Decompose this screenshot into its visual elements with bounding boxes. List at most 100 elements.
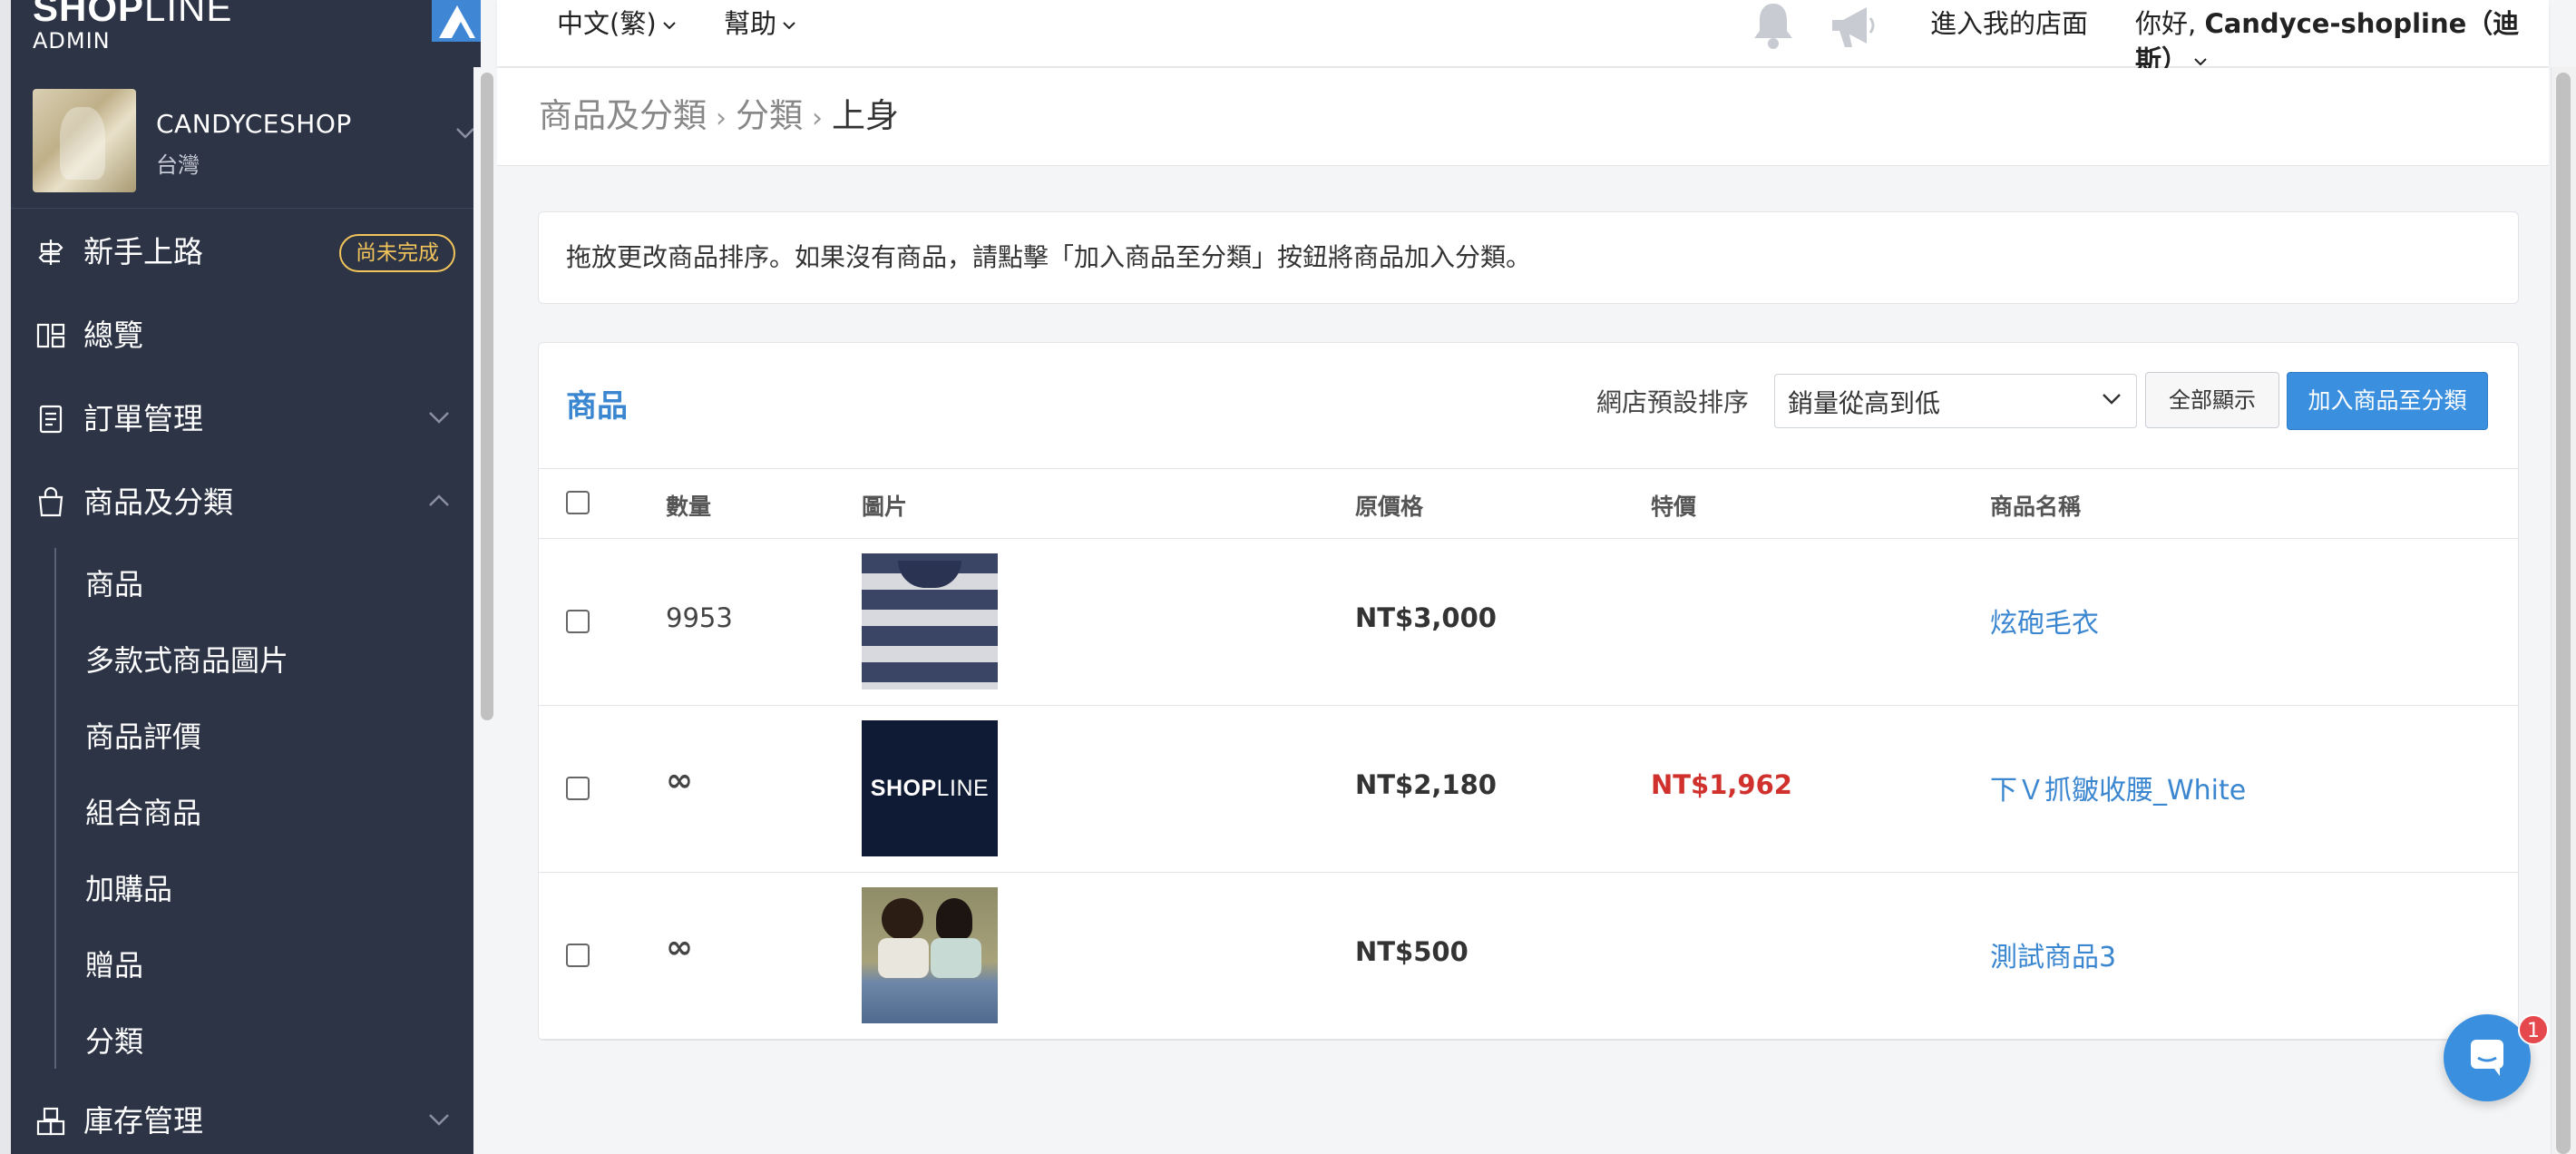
row-qty: ∞ (666, 762, 693, 799)
add-products-to-category-button[interactable]: 加入商品至分類 (2287, 372, 2488, 430)
notification-count-badge: 1 (2518, 1014, 2549, 1045)
chevron-down-icon (662, 22, 676, 30)
megaphone-icon[interactable] (1827, 4, 1879, 51)
table-row[interactable]: ∞ NT$500 測試商品3 (539, 873, 2518, 1040)
column-header-sale: 特價 (1651, 494, 1697, 520)
sidebar-subitem-products[interactable]: 商品 (85, 566, 143, 602)
brand-logo-bold: SHOP (33, 0, 145, 29)
breadcrumb-bar: 商品及分類 › 分類 › 上身 (497, 68, 2549, 166)
row-price: NT$500 (1355, 936, 1469, 967)
sidebar-item-label: 庫存管理 (83, 1103, 203, 1139)
sidebar-item-inventory[interactable]: 庫存管理 (11, 1081, 481, 1154)
table-row[interactable]: 9953 NT$3,000 炫砲毛衣 (539, 539, 2518, 706)
help-label: 幫助 (724, 8, 777, 39)
bell-icon[interactable] (1749, 0, 1798, 51)
sidebar-subitem-reviews[interactable]: 商品評價 (85, 719, 201, 755)
product-thumbnail[interactable]: SHOPLINE (862, 720, 998, 856)
row-price: NT$3,000 (1355, 602, 1497, 633)
sidebar-item-label: 總覽 (83, 318, 143, 353)
brand-logo[interactable]: SHOPLINE ADMIN (33, 0, 232, 53)
breadcrumb-separator: › (812, 103, 823, 134)
product-thumbnail[interactable] (862, 553, 998, 689)
mountain-logo-icon[interactable] (432, 0, 481, 42)
brand-logo-light: LINE (144, 0, 233, 29)
sidebar-item-onboarding[interactable]: 新手上路 尚未完成 (11, 212, 481, 296)
breadcrumb: 商品及分類 › 分類 › 上身 (539, 93, 899, 142)
row-sale-price: NT$1,962 (1651, 769, 1792, 800)
column-header-qty: 數量 (666, 494, 712, 520)
chevron-down-icon (783, 22, 795, 30)
main-content: 商品及分類 › 分類 › 上身 拖放更改商品排序。如果沒有商品，請點擊「加入商品至分類」… (497, 68, 2549, 1154)
table-header: 數量 圖片 原價格 特價 商品名稱 (539, 468, 2518, 539)
sort-select[interactable]: 銷量從高到低 (1774, 374, 2137, 428)
sidebar: SHOPLINE ADMIN CANDYCESHOP 台灣 新手上路 尚未完成 … (0, 0, 481, 1154)
chevron-down-icon (2103, 394, 2121, 405)
shop-avatar (33, 89, 136, 192)
shop-region: 台灣 (156, 152, 200, 178)
panel-title: 商品 (566, 388, 628, 425)
sidebar-item-orders[interactable]: 訂單管理 (11, 379, 481, 463)
sidebar-item-label: 訂單管理 (83, 401, 203, 436)
photo-figure (878, 938, 929, 978)
breadcrumb-categories[interactable]: 分類 (736, 96, 803, 135)
sidebar-item-overview[interactable]: 總覽 (11, 296, 481, 379)
row-qty: ∞ (666, 929, 693, 966)
dashboard-icon (36, 323, 65, 348)
sidebar-subitem-variant-images[interactable]: 多款式商品圖片 (85, 642, 288, 679)
main-scrollbar[interactable] (2556, 73, 2571, 1154)
help-dropdown[interactable]: 幫助 (724, 5, 796, 42)
shop-switcher[interactable]: CANDYCESHOP 台灣 (11, 73, 481, 209)
clipboard-icon (39, 405, 63, 434)
row-qty: 9953 (666, 602, 733, 633)
product-name-link[interactable]: 炫砲毛衣 (1990, 601, 2099, 641)
sidebar-item-products[interactable]: 商品及分類 (11, 463, 481, 546)
photo-figure (936, 898, 972, 940)
notice-text: 拖放更改商品排序。如果沒有商品，請點擊「加入商品至分類」按鈕將商品加入分類。 (566, 242, 1532, 272)
sidebar-scrollbar[interactable] (481, 73, 493, 720)
chevron-up-icon (429, 494, 449, 506)
breadcrumb-products[interactable]: 商品及分類 (539, 96, 707, 135)
row-checkbox[interactable] (566, 777, 590, 800)
select-all-checkbox[interactable] (566, 491, 590, 514)
boxes-icon (36, 1107, 65, 1136)
greeting-prefix: 你好, (2135, 8, 2205, 39)
row-checkbox[interactable] (566, 944, 590, 967)
subnav-line (54, 548, 56, 1069)
brand-subtitle: ADMIN (33, 28, 111, 54)
enter-store-link[interactable]: 進入我的店面 (1930, 5, 2088, 42)
brand-wordmark: SHOPLINE (33, 0, 232, 29)
product-name-link[interactable]: 下Ｖ抓皺收腰_White (1990, 768, 2246, 807)
breadcrumb-separator: › (716, 103, 727, 134)
breadcrumb-current: 上身 (832, 96, 899, 135)
products-panel: 商品 網店預設排序 銷量從高到低 全部顯示 加入商品至分類 數量 圖片 原價格 … (538, 342, 2519, 1041)
column-header-name: 商品名稱 (1990, 494, 2082, 520)
product-name-link[interactable]: 測試商品3 (1990, 934, 2116, 974)
chevron-down-icon (2194, 58, 2207, 66)
status-badge: 尚未完成 (339, 234, 455, 272)
top-bar: 中文(繁) 幫助 進入我的店面 你好, Candyce-shopline（迪斯） (497, 0, 2549, 75)
photo-figure (882, 898, 923, 940)
thumbnail-logo-light: LINE (936, 776, 990, 801)
chevron-down-icon (429, 412, 449, 424)
show-all-button[interactable]: 全部顯示 (2145, 372, 2279, 428)
row-price: NT$2,180 (1355, 769, 1497, 800)
photo-figure (931, 938, 981, 978)
product-thumbnail[interactable] (862, 887, 998, 1023)
sidebar-subitem-bundles[interactable]: 組合商品 (85, 795, 201, 831)
chevron-down-icon (429, 1114, 449, 1126)
signpost-icon (38, 240, 63, 265)
chevron-down-icon (456, 128, 474, 139)
thumbnail-logo-bold: SHOP (870, 776, 937, 801)
shop-name: CANDYCESHOP (156, 109, 352, 139)
column-header-price: 原價格 (1355, 494, 1424, 520)
language-label: 中文(繁) (557, 8, 657, 39)
sidebar-subitem-addons[interactable]: 加購品 (85, 871, 172, 907)
chat-icon (2471, 1040, 2503, 1076)
row-checkbox[interactable] (566, 610, 590, 633)
language-dropdown[interactable]: 中文(繁) (557, 5, 677, 42)
table-row[interactable]: ∞ SHOPLINE NT$2,180 NT$1,962 下Ｖ抓皺收腰_Whit… (539, 706, 2518, 873)
sidebar-subitem-categories[interactable]: 分類 (85, 1023, 143, 1060)
user-menu[interactable]: 你好, Candyce-shopline（迪斯） (2135, 5, 2549, 78)
sidebar-subitem-gifts[interactable]: 贈品 (85, 947, 143, 983)
sort-label: 網店預設排序 (1596, 387, 1750, 417)
